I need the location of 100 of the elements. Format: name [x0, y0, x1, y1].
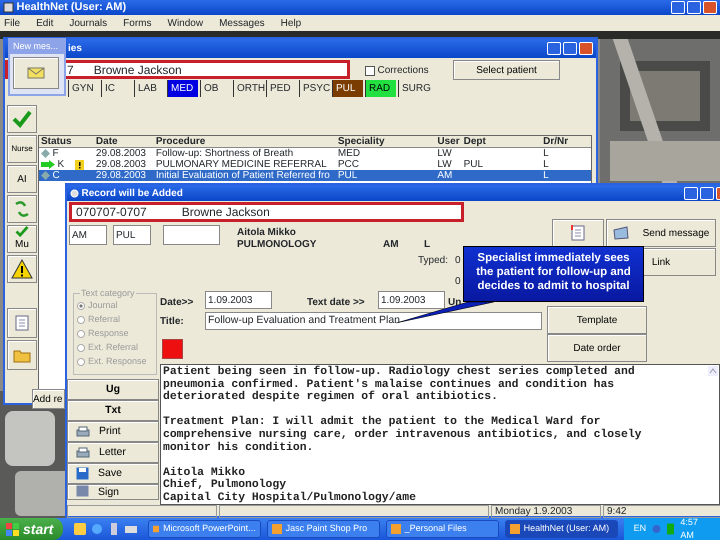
side-button[interactable]: Save [67, 463, 159, 484]
table-cell: L [543, 159, 549, 170]
app-icon [3, 2, 14, 13]
status-text: 9:42 [603, 505, 720, 518]
minimize-button[interactable] [671, 1, 685, 14]
status-marker [162, 339, 183, 359]
department-tab[interactable]: SURG [398, 80, 429, 97]
minimize-button[interactable] [547, 42, 561, 55]
table-cell: LW [437, 148, 452, 159]
side-button[interactable]: Txt [67, 400, 159, 421]
column-header: Status [39, 136, 94, 148]
status-text: F [52, 148, 59, 159]
popup-title: New mes... [13, 40, 58, 54]
menu-item[interactable]: Messages [219, 16, 265, 30]
add-button[interactable]: Add re [32, 389, 65, 409]
windows-logo-icon [6, 522, 19, 536]
taskbar-button[interactable]: HealthNet (User: AM) [504, 520, 618, 538]
column-header: Procedure [154, 136, 336, 148]
input-field[interactable]: PUL [113, 225, 151, 245]
toolbar-button[interactable]: AI [7, 165, 37, 193]
date-order-button[interactable]: Date order [547, 334, 647, 362]
message-button[interactable] [12, 56, 58, 88]
department-tab[interactable]: ORTH [233, 80, 264, 97]
table-row[interactable]: C 29.08.2003 Initial Evaluation of Patient Referred fro PUL AM L [39, 170, 591, 181]
window-title: ies [68, 42, 82, 56]
input-field[interactable]: AM [69, 225, 107, 245]
menu-item[interactable]: Journals [69, 16, 108, 30]
folder-button[interactable] [7, 340, 37, 370]
document-button[interactable] [552, 219, 604, 247]
table-cell: L [543, 170, 549, 181]
template-button[interactable]: Template [547, 306, 647, 334]
department-tab[interactable]: MED [167, 80, 198, 97]
toolbar-button[interactable]: Mu [7, 225, 37, 253]
input-field[interactable] [163, 225, 220, 245]
printer-icon [76, 446, 90, 458]
typed-value: 0 [455, 254, 461, 268]
date-label: Date>> [160, 296, 194, 310]
app-icon [272, 524, 282, 534]
start-button[interactable]: start [0, 518, 63, 540]
taskbar-button[interactable]: Microsoft PowerPoint... [148, 520, 261, 538]
taskbar-button[interactable]: Jasc Paint Shop Pro [266, 520, 380, 538]
toolbar-button[interactable]: Nurse [7, 135, 37, 163]
text-date-field[interactable]: 1.09.2003 [378, 291, 445, 309]
menu-item[interactable]: File [4, 16, 20, 30]
text-area[interactable] [160, 364, 720, 505]
warning-button[interactable] [7, 255, 37, 283]
user-code: AM [383, 238, 399, 252]
table-cell: PUL [338, 170, 358, 181]
table-cell: PCC [338, 159, 359, 170]
warning-icon [11, 259, 33, 279]
link-button[interactable] [7, 195, 37, 223]
department-tab[interactable]: RAD [365, 80, 396, 97]
side-button[interactable]: Letter [67, 442, 159, 463]
radio-label: Journal [88, 299, 118, 312]
close-button[interactable] [703, 1, 717, 14]
quick-launch-icon[interactable] [124, 523, 137, 535]
side-button[interactable]: Print [67, 421, 159, 442]
menu-item[interactable]: Edit [36, 16, 54, 30]
send-message-button[interactable]: Send message [606, 219, 716, 247]
maximize-button[interactable] [700, 186, 714, 200]
text-line: monitor his condition. [163, 442, 314, 454]
link-icon [13, 200, 31, 218]
folder-icon [13, 348, 31, 362]
maximize-button[interactable] [563, 42, 577, 55]
text-line: Aitola Mikko [163, 466, 246, 479]
check-button[interactable] [7, 105, 37, 133]
browser-icon[interactable] [90, 523, 103, 535]
patient-name: Browne Jackson [94, 62, 182, 78]
count-value: 0 [455, 275, 461, 289]
clock: 4:57 AM [680, 516, 699, 540]
side-button[interactable]: Sign [67, 484, 159, 500]
text-line: Treatment Plan: I will admit the patient to the Medical Ward for [163, 416, 602, 428]
table-row[interactable]: K 29.08.2003 PULMONARY MEDICINE REFERRAL PCC LW PUL L [39, 159, 591, 170]
printer-icon [76, 426, 90, 438]
department-tab[interactable]: PUL [332, 80, 363, 97]
quick-launch-icon[interactable] [74, 523, 86, 535]
save-icon [76, 467, 89, 480]
taskbar-button[interactable]: _Personal Files [386, 520, 499, 538]
close-button[interactable] [579, 42, 593, 55]
app-icon [152, 524, 160, 534]
radio-label: Referral [88, 313, 120, 326]
menu-item[interactable]: Help [280, 16, 302, 30]
date-field[interactable]: 1.09.2003 [205, 291, 272, 309]
arrow-icon [41, 160, 55, 169]
minimize-button[interactable] [684, 186, 698, 200]
title-field[interactable]: Follow-up Evaluation and Treatment Plan [205, 312, 542, 330]
text-line: Capital City Hospital/Pulmonology/ame [163, 492, 417, 504]
menu-item[interactable]: Forms [123, 16, 152, 30]
corrections-checkbox[interactable] [365, 66, 375, 76]
app-icon [510, 524, 520, 534]
department-tab[interactable]: PSYC [299, 80, 330, 97]
menu-item[interactable]: Window [168, 16, 204, 30]
maximize-button[interactable] [687, 1, 701, 14]
text-line: deteriorated despite regimen of oral antibiotics. [163, 391, 499, 404]
table-row[interactable]: F 29.08.2003 Follow-up: Shortness of Breath MED LW L [39, 148, 591, 159]
select-patient-button[interactable]: Select patient [453, 60, 560, 80]
side-button[interactable]: Ug [67, 379, 159, 400]
table-cell: PUL [464, 159, 484, 170]
text-line: Patient being seen in follow-up. Radiology chest series completed and [163, 366, 636, 378]
column-header: User [435, 136, 462, 148]
